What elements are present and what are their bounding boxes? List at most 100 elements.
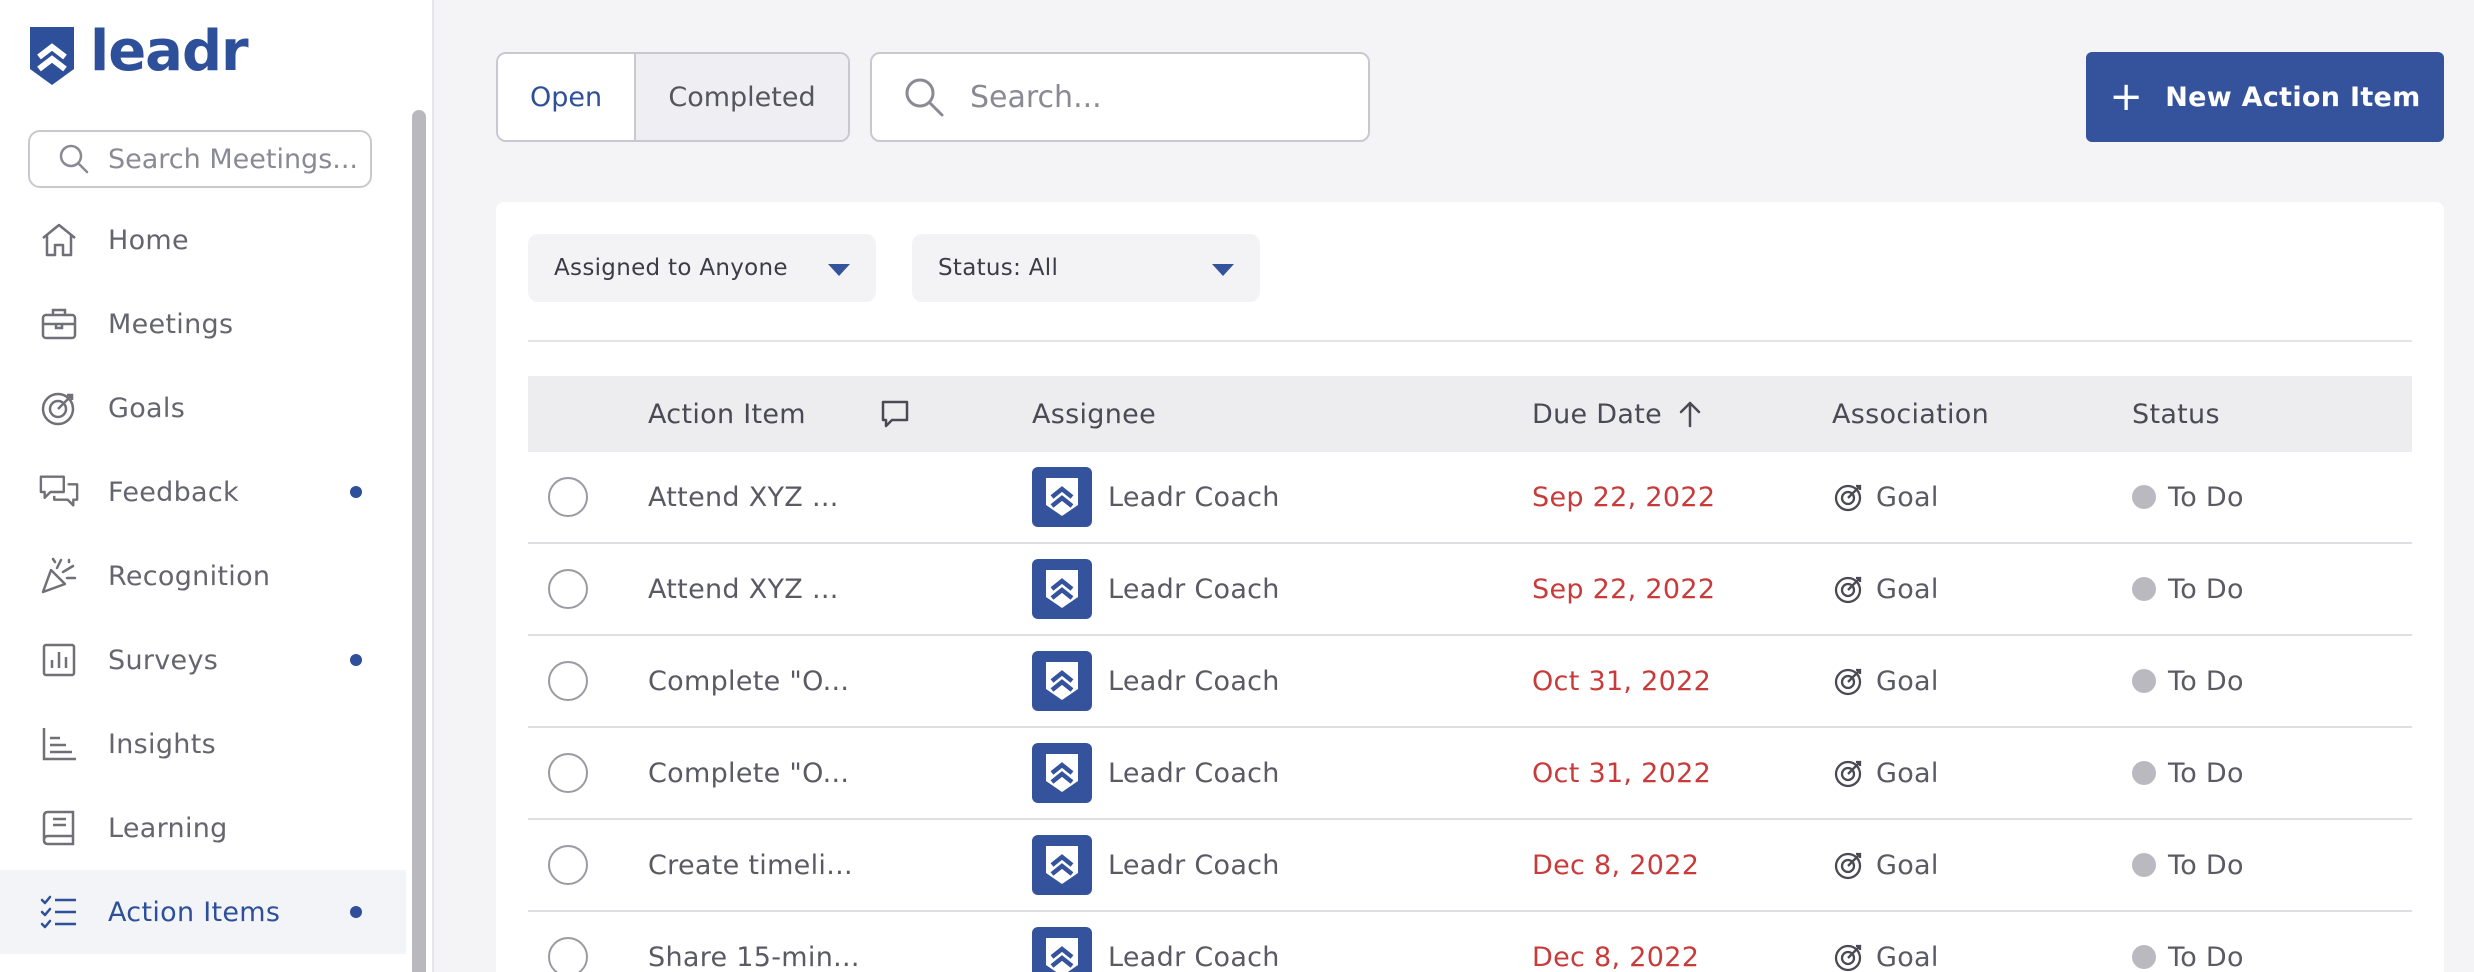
new-action-item-button[interactable]: + New Action Item	[2086, 52, 2444, 142]
notification-dot	[350, 654, 362, 666]
sidebar-scrollbar-thumb[interactable]	[412, 110, 426, 972]
association-label: Goal	[1876, 573, 1939, 605]
status-label: To Do	[2168, 665, 2244, 697]
due-date: Oct 31, 2022	[1532, 757, 1712, 789]
due-date: Sep 22, 2022	[1532, 481, 1716, 513]
sidebar-item-goals[interactable]: Goals	[0, 366, 406, 450]
assignee-cell: Leadr Coach	[1032, 452, 1280, 542]
table-row[interactable]: Attend XYZ ... Leadr Coach Sep 22, 2022 Goa…	[528, 544, 2412, 636]
status-label: To Do	[2168, 757, 2244, 789]
status-filter-dropdown[interactable]: Status: All	[912, 234, 1260, 302]
association-cell[interactable]: Goal	[1832, 544, 1939, 634]
action-item-title[interactable]: Create timeli...	[648, 820, 853, 910]
column-label: Association	[1832, 398, 1990, 430]
radio-circle	[548, 477, 588, 517]
sidebar-search-input[interactable]: Search Meetings...	[28, 130, 372, 188]
association-cell[interactable]: Goal	[1832, 452, 1939, 542]
column-header-action-item[interactable]: Action Item	[648, 376, 806, 452]
column-header-due-date[interactable]: Due Date	[1532, 376, 1704, 452]
table-row[interactable]: Complete "O... Leadr Coach Oct 31, 2022 Goa…	[528, 636, 2412, 728]
due-date: Sep 22, 2022	[1532, 573, 1716, 605]
comment-icon[interactable]	[878, 376, 912, 452]
sidebar-item-recognition[interactable]: Recognition	[0, 534, 406, 618]
action-items-search-input[interactable]: Search...	[870, 52, 1370, 142]
column-header-association[interactable]: Association	[1832, 376, 1989, 452]
association-cell[interactable]: Goal	[1832, 912, 1939, 972]
complete-radio[interactable]	[548, 544, 588, 634]
briefcase-icon	[38, 303, 80, 345]
due-date: Dec 8, 2022	[1532, 849, 1700, 881]
notification-dot	[350, 906, 362, 918]
notification-dot	[350, 486, 362, 498]
column-header-assignee[interactable]: Assignee	[1032, 376, 1156, 452]
sidebar-item-label: Action Items	[108, 896, 281, 928]
sidebar-item-meetings[interactable]: Meetings	[0, 282, 406, 366]
assignee-cell: Leadr Coach	[1032, 636, 1280, 726]
sidebar-item-surveys[interactable]: Surveys	[0, 618, 406, 702]
open-completed-toggle: Open Completed	[496, 52, 850, 142]
due-date: Dec 8, 2022	[1532, 941, 1700, 972]
association-label: Goal	[1876, 941, 1939, 972]
sidebar-search-placeholder: Search Meetings...	[108, 143, 359, 175]
status-cell: To Do	[2132, 728, 2244, 818]
association-cell[interactable]: Goal	[1832, 820, 1939, 910]
goal-icon	[1832, 664, 1866, 698]
chat-bubbles-icon	[38, 471, 80, 513]
sidebar-item-label: Insights	[108, 728, 216, 760]
column-label: Status	[2132, 398, 2220, 430]
sidebar-item-home[interactable]: Home	[0, 198, 406, 282]
sidebar-item-label: Home	[108, 224, 189, 256]
column-header-status[interactable]: Status	[2132, 376, 2220, 452]
sidebar-item-insights[interactable]: Insights	[0, 702, 406, 786]
due-date: Oct 31, 2022	[1532, 665, 1712, 697]
complete-radio[interactable]	[548, 820, 588, 910]
leadr-shield-icon	[30, 27, 74, 85]
table-row[interactable]: Create timeli... Leadr Coach Dec 8, 2022 Go…	[528, 820, 2412, 912]
line-chart-icon	[38, 723, 80, 765]
sidebar-item-learning[interactable]: Learning	[0, 786, 406, 870]
action-item-title[interactable]: Attend XYZ ...	[648, 544, 839, 634]
status-label: To Do	[2168, 573, 2244, 605]
tab-completed[interactable]: Completed	[636, 54, 848, 140]
assignee-filter-dropdown[interactable]: Assigned to Anyone	[528, 234, 876, 302]
assignee-cell: Leadr Coach	[1032, 728, 1280, 818]
status-cell: To Do	[2132, 452, 2244, 542]
goal-icon	[1832, 756, 1866, 790]
sidebar-item-label: Recognition	[108, 560, 271, 592]
association-label: Goal	[1876, 757, 1939, 789]
association-cell[interactable]: Goal	[1832, 728, 1939, 818]
table-row[interactable]: Share 15-min... Leadr Coach Dec 8, 2022 Goa…	[528, 912, 2412, 972]
sidebar-item-label: Feedback	[108, 476, 239, 508]
sidebar-item-feedback[interactable]: Feedback	[0, 450, 406, 534]
action-item-title[interactable]: Complete "O...	[648, 728, 849, 818]
tab-open[interactable]: Open	[498, 54, 636, 140]
radio-circle	[548, 753, 588, 793]
table-row[interactable]: Complete "O... Leadr Coach Oct 31, 2022 Goa…	[528, 728, 2412, 820]
sidebar-item-action-items[interactable]: Action Items	[0, 870, 406, 954]
complete-radio[interactable]	[548, 452, 588, 542]
status-cell: To Do	[2132, 820, 2244, 910]
home-icon	[38, 219, 80, 261]
assignee-cell: Leadr Coach	[1032, 912, 1280, 972]
complete-radio[interactable]	[548, 912, 588, 972]
action-item-title[interactable]: Attend XYZ ...	[648, 452, 839, 542]
column-label: Assignee	[1032, 398, 1156, 430]
radio-circle	[548, 845, 588, 885]
sidebar-nav: Home Meetings Goals Feedback Recognition…	[0, 198, 406, 954]
caret-down-icon	[1212, 264, 1234, 276]
action-item-title[interactable]: Share 15-min...	[648, 912, 860, 972]
leadr-avatar-icon	[1032, 559, 1092, 619]
search-icon	[59, 144, 89, 174]
association-label: Goal	[1876, 481, 1939, 513]
action-item-title[interactable]: Complete "O...	[648, 636, 849, 726]
complete-radio[interactable]	[548, 728, 588, 818]
table-row[interactable]: Attend XYZ ... Leadr Coach Sep 22, 2022 Goa…	[528, 452, 2412, 544]
sidebar-item-label: Goals	[108, 392, 186, 424]
association-cell[interactable]: Goal	[1832, 636, 1939, 726]
assignee-name: Leadr Coach	[1108, 573, 1280, 605]
new-action-item-label: New Action Item	[2165, 81, 2421, 113]
column-label: Action Item	[648, 398, 806, 430]
leadr-logo[interactable]: leadr	[26, 20, 249, 92]
goal-icon	[1832, 848, 1866, 882]
complete-radio[interactable]	[548, 636, 588, 726]
